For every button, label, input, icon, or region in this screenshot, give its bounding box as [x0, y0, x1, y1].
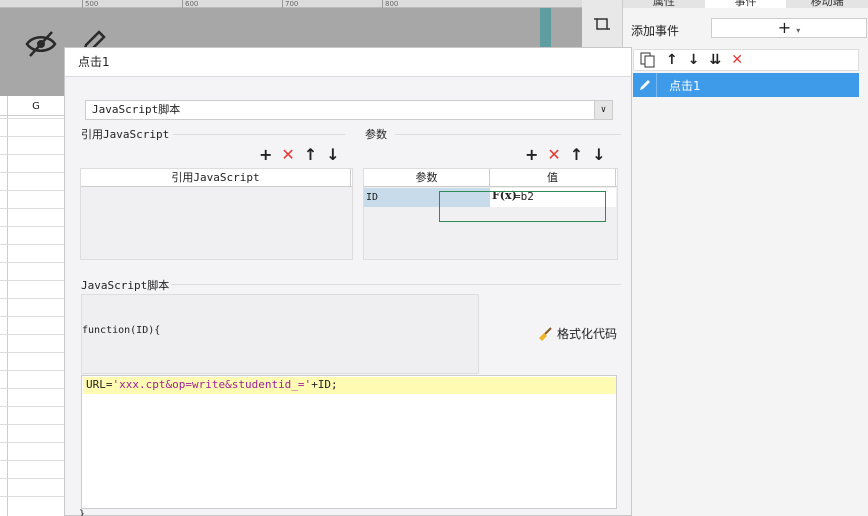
move-up-icon[interactable]: ↑ — [666, 52, 678, 68]
crop-icon[interactable] — [594, 16, 610, 32]
eye-off-icon[interactable] — [24, 30, 58, 58]
edit-icon[interactable] — [633, 73, 657, 97]
add-event-value: + — [777, 18, 792, 37]
ref-toolbar: + ✕ ↑ ↓ — [259, 145, 340, 164]
event-toolbar: ↑ ↓ ⇊ ✕ — [633, 49, 859, 71]
format-code-label: 格式化代码 — [557, 327, 618, 341]
delete-icon[interactable]: ✕ — [281, 145, 294, 164]
ref-table-header: 引用JavaScript — [81, 169, 352, 187]
divider — [171, 284, 621, 285]
move-down-icon[interactable]: ↓ — [592, 145, 605, 164]
tab-mobile[interactable]: 移动端 — [786, 0, 868, 8]
param-value[interactable]: =b2 — [514, 190, 534, 203]
ruler-tick: 500 — [85, 0, 99, 8]
ruler-tick: 700 — [285, 0, 299, 8]
event-panel: 属性 事件 移动端 添加事件 + ▾ ↑ ↓ ⇊ ✕ 点击1 — [622, 0, 868, 516]
chevron-down-icon[interactable]: ∨ — [594, 101, 612, 119]
panel-tabs: 属性 事件 移动端 — [623, 0, 868, 8]
param-row[interactable]: ID F(x) =b2 — [364, 188, 616, 207]
param-column-header[interactable]: 参数 — [364, 169, 490, 186]
format-code-button[interactable]: 格式化代码 — [537, 325, 617, 342]
add-event-dropdown[interactable]: + ▾ — [711, 18, 867, 38]
code-suffix: +ID; — [311, 378, 338, 391]
move-up-icon[interactable]: ↑ — [304, 145, 317, 164]
function-header-area: function(ID){ — [81, 294, 479, 374]
ref-table: 引用JavaScript — [80, 168, 353, 260]
dropdown-arrow-icon: ▾ — [796, 26, 801, 35]
param-section-label: 参数 — [365, 128, 387, 141]
move-down-icon[interactable]: ↓ — [326, 145, 339, 164]
param-toolbar: + ✕ ↑ ↓ — [525, 145, 606, 164]
param-name[interactable]: ID — [364, 188, 490, 207]
column-label: G — [32, 101, 40, 112]
event-dialog: 点击1 JavaScript脚本 ∨ 引用JavaScript + ✕ ↑ ↓ … — [64, 47, 632, 516]
ref-section-label: 引用JavaScript — [81, 128, 170, 141]
move-down-icon[interactable]: ↓ — [688, 52, 700, 68]
app-root: 500 600 700 800 G 属性 事件 移动端 添加事件 + ▾ ↑ ↓… — [0, 0, 868, 516]
param-table: 参数 值 ID F(x) =b2 — [363, 168, 618, 260]
tab-properties[interactable]: 属性 — [623, 0, 705, 8]
move-bottom-icon[interactable]: ⇊ — [709, 52, 721, 68]
param-value-cell[interactable]: F(x) =b2 — [490, 188, 616, 207]
delete-icon[interactable]: ✕ — [731, 52, 743, 68]
function-header: function(ID){ — [82, 325, 161, 336]
event-list-item[interactable]: 点击1 — [633, 73, 859, 97]
ruler-tick: 600 — [185, 0, 199, 8]
ruler-tick: 800 — [385, 0, 399, 8]
add-icon[interactable]: + — [259, 145, 272, 164]
selection-bar — [540, 8, 551, 48]
code-string: 'xxx.cpt&op=write&studentid_=' — [112, 378, 312, 391]
add-event-row: 添加事件 + ▾ — [631, 18, 867, 39]
event-name: 点击1 — [669, 78, 701, 93]
param-table-header: 参数 值 — [364, 169, 617, 187]
script-type-value: JavaScript脚本 — [92, 103, 181, 116]
divider — [173, 134, 345, 135]
add-event-label: 添加事件 — [631, 24, 680, 38]
spreadsheet-grid: G — [0, 96, 64, 516]
copy-icon[interactable] — [640, 52, 656, 68]
divider — [395, 134, 621, 135]
move-up-icon[interactable]: ↑ — [570, 145, 583, 164]
ref-column-header[interactable]: 引用JavaScript — [81, 169, 351, 186]
code-editor[interactable]: URL='xxx.cpt&op=write&studentid_='+ID; — [81, 375, 617, 509]
tab-events[interactable]: 事件 — [704, 0, 787, 8]
closing-brace: } — [79, 509, 86, 516]
code-prefix: URL= — [86, 378, 113, 391]
add-icon[interactable]: + — [525, 145, 538, 164]
dialog-title: 点击1 — [65, 48, 631, 77]
horizontal-ruler: 500 600 700 800 — [0, 0, 582, 8]
script-type-select[interactable]: JavaScript脚本 ∨ — [85, 100, 613, 120]
value-column-header[interactable]: 值 — [490, 169, 616, 186]
broom-icon — [539, 326, 552, 341]
script-section-label: JavaScript脚本 — [81, 279, 170, 292]
column-header[interactable]: G — [0, 100, 64, 116]
delete-icon[interactable]: ✕ — [547, 145, 560, 164]
code-line[interactable]: URL='xxx.cpt&op=write&studentid_='+ID; — [83, 377, 616, 394]
